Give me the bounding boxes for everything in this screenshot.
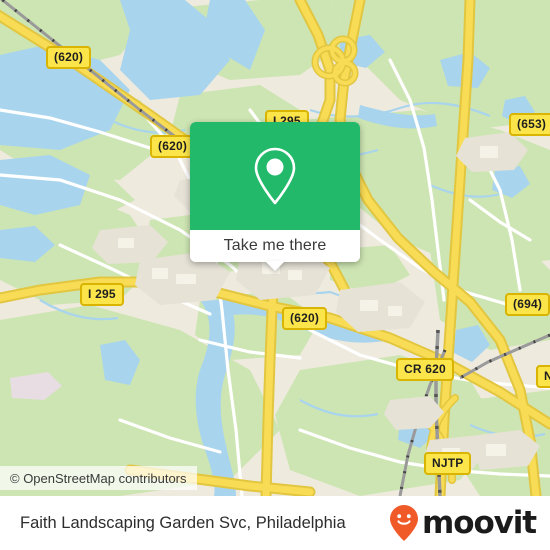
card-icon-panel [190, 122, 360, 230]
road-shield: CR 620 [396, 358, 454, 381]
road-shield: (653) [509, 113, 550, 136]
road-shield: I 295 [80, 283, 124, 306]
moovit-wordmark: moovit [422, 504, 537, 541]
footer-bar: Faith Landscaping Garden Svc, Philadelph… [0, 496, 550, 550]
take-me-there-card[interactable]: Take me there [190, 122, 360, 271]
take-me-there-label: Take me there [223, 237, 327, 254]
moovit-pin-icon [390, 505, 419, 541]
road-shield: (620) [150, 135, 196, 158]
road-shield: (620) [282, 307, 328, 330]
osm-attribution[interactable]: © OpenStreetMap contributors [0, 466, 197, 490]
map-screenshot: (620) (620) I 295 (653) I 295 (694) (620… [0, 0, 550, 550]
map-pin-icon [254, 147, 296, 205]
card-pointer-tail [265, 261, 285, 271]
road-shield: (620) [46, 46, 92, 69]
place-name-label: Faith Landscaping Garden Svc, Philadelph… [20, 513, 346, 532]
moovit-logo[interactable]: moovit [389, 504, 537, 542]
road-shield: NJ [536, 365, 550, 388]
road-shield: (694) [505, 293, 550, 316]
card-action-panel[interactable]: Take me there [190, 230, 360, 271]
road-shield: NJTP [424, 452, 472, 475]
map-canvas[interactable]: (620) (620) I 295 (653) I 295 (694) (620… [0, 0, 550, 496]
